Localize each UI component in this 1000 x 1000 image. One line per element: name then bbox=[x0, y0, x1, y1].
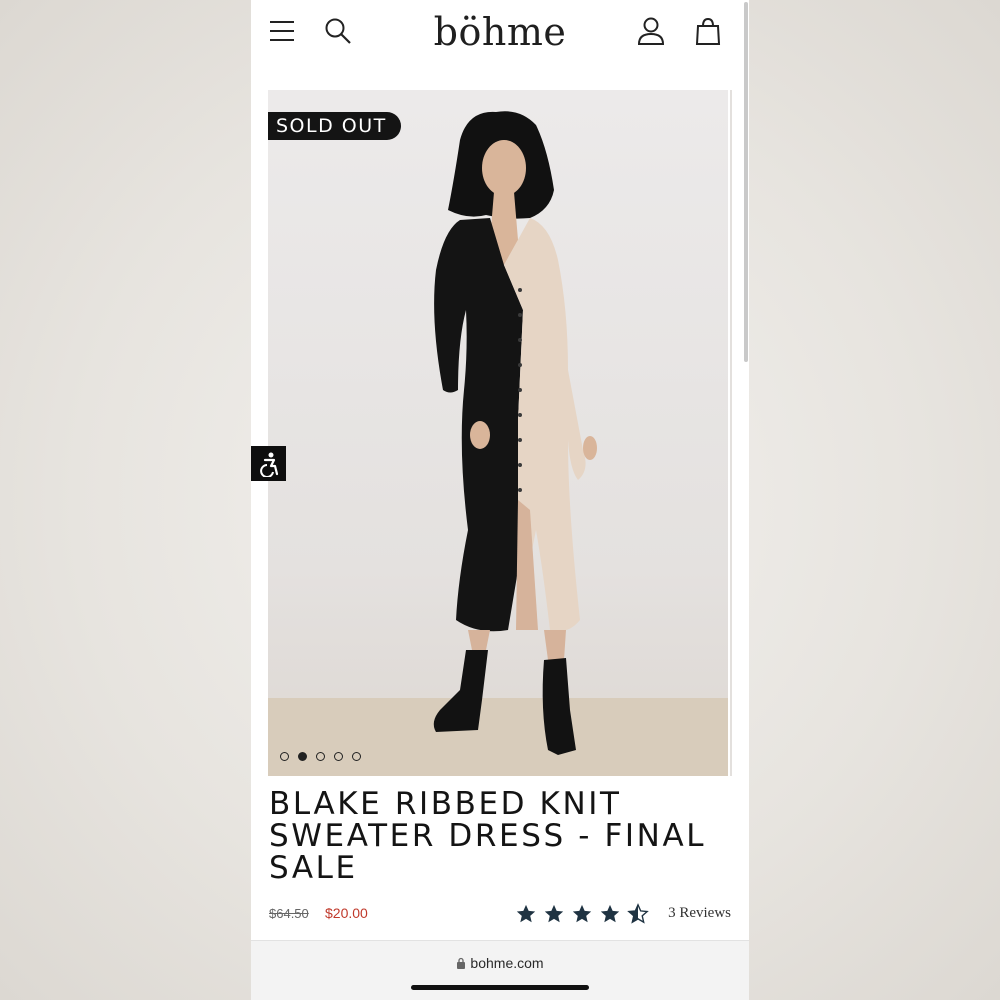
half-star-icon bbox=[627, 903, 649, 924]
shopping-bag-icon[interactable] bbox=[691, 14, 725, 48]
carousel-dot[interactable] bbox=[316, 752, 325, 761]
next-image-peek bbox=[730, 90, 732, 776]
original-price: $64.50 bbox=[269, 906, 309, 921]
accessibility-icon bbox=[259, 452, 278, 477]
mobile-screen: böhme SOLD OUT BLAKE RIBBED KNIT SWEATER… bbox=[251, 0, 749, 1000]
brand-logo[interactable]: böhme bbox=[251, 10, 749, 54]
carousel-dot[interactable] bbox=[280, 752, 289, 761]
model-illustration bbox=[433, 111, 597, 755]
user-icon[interactable] bbox=[634, 14, 668, 48]
star-icon bbox=[600, 904, 620, 923]
browser-address-bar: bohme.com bbox=[251, 940, 749, 1000]
lock-icon bbox=[457, 957, 466, 969]
site-header: böhme bbox=[251, 0, 749, 70]
home-indicator[interactable] bbox=[411, 985, 589, 990]
star-icon bbox=[516, 904, 536, 923]
product-image[interactable] bbox=[268, 90, 728, 776]
url-field[interactable]: bohme.com bbox=[251, 955, 749, 971]
carousel-dot[interactable] bbox=[334, 752, 343, 761]
star-icon bbox=[572, 904, 592, 923]
sold-out-badge: SOLD OUT bbox=[268, 112, 401, 140]
star-icon bbox=[544, 904, 564, 923]
reviews-link[interactable]: 3 Reviews bbox=[668, 905, 731, 922]
accessibility-button[interactable] bbox=[251, 446, 286, 481]
product-title: BLAKE RIBBED KNIT SWEATER DRESS - FINAL … bbox=[269, 786, 707, 886]
star-rating[interactable] bbox=[515, 903, 649, 925]
sale-price: $20.00 bbox=[325, 905, 368, 921]
price-rating-row: $64.50 $20.00 3 Reviews bbox=[269, 903, 731, 926]
scrollbar[interactable] bbox=[744, 2, 748, 362]
carousel-dot-active[interactable] bbox=[298, 752, 307, 761]
carousel-dot[interactable] bbox=[352, 752, 361, 761]
carousel-dots bbox=[280, 752, 361, 761]
url-text: bohme.com bbox=[470, 955, 544, 971]
